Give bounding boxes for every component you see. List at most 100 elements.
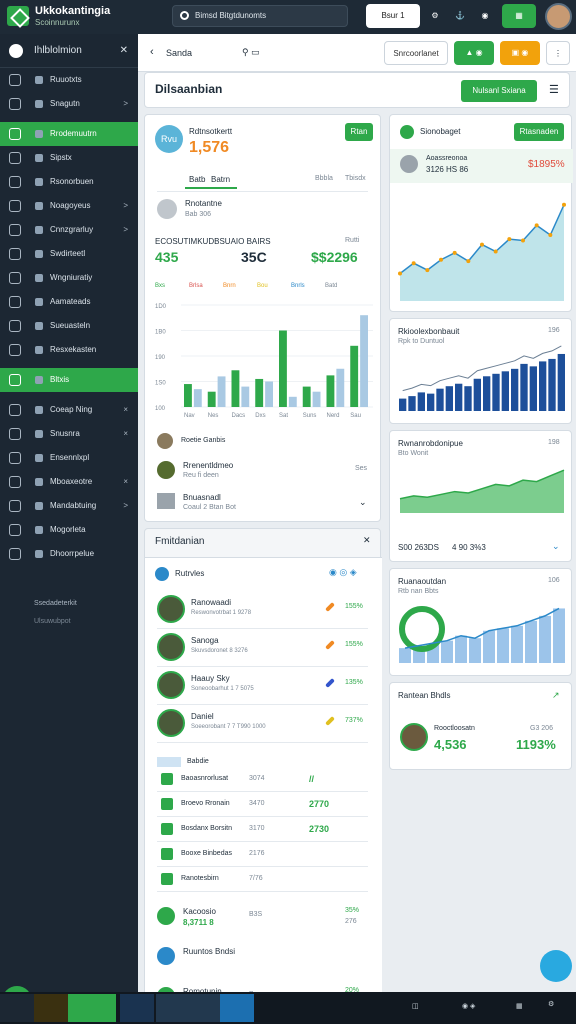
- sidebar-item-label: Bltxis: [50, 375, 70, 384]
- sidebar-item-15[interactable]: Ensennlxpl: [0, 446, 138, 470]
- folder-icon[interactable]: [34, 994, 68, 1022]
- mini-icon: [161, 873, 173, 885]
- sidebar-item-19[interactable]: Dhoorrpelue: [0, 542, 138, 566]
- sidebar-icon: [9, 98, 21, 110]
- tray-icon-1[interactable]: ◉ ◈: [462, 1002, 475, 1010]
- chart3-sub: Bto Wonit: [398, 450, 429, 457]
- subbar-button[interactable]: Snrcoorlanet: [384, 41, 448, 65]
- sidebar-item-6[interactable]: Cnnzgrarluy >: [0, 218, 138, 242]
- y-tick: 1S0: [155, 381, 166, 387]
- start-button[interactable]: [0, 994, 34, 1022]
- green-action-button[interactable]: ▲ ◉: [454, 41, 494, 65]
- row-avatar: [157, 671, 185, 699]
- pin-icon[interactable]: ⚲ ▭: [242, 47, 260, 58]
- tab-1[interactable]: Batb: [189, 175, 205, 184]
- tray-icon-3[interactable]: ⚙: [548, 1000, 554, 1008]
- action-icons[interactable]: ◉ ◎ ◈: [329, 567, 357, 578]
- details-heading: Rutrvles: [175, 569, 205, 578]
- tab-3[interactable]: Bbbla: [315, 175, 333, 182]
- sidebar-item-2[interactable]: Rrodemuutrn: [0, 122, 138, 146]
- sidebar-item-9[interactable]: Aamateads: [0, 290, 138, 314]
- shield-icon[interactable]: ◉: [477, 4, 493, 28]
- app-icon-1[interactable]: [120, 994, 154, 1022]
- gear-icon[interactable]: ⚙: [427, 4, 443, 28]
- sidebar-icon: [9, 320, 21, 332]
- sidebar-item-18[interactable]: Mogorleta: [0, 518, 138, 542]
- top-button[interactable]: Bsur 1: [366, 4, 420, 28]
- orange-action-button[interactable]: ▣ ◉: [500, 41, 540, 65]
- primary-action-button[interactable]: Nulsanl Sxiana: [461, 80, 537, 102]
- chevron-right-icon[interactable]: >: [123, 92, 128, 116]
- search-input[interactable]: Bimsd Bitgtdunomts: [172, 5, 348, 27]
- chevron-right-icon[interactable]: >: [123, 494, 128, 518]
- tray-label-1: ◫: [412, 1003, 419, 1010]
- sidebar-item-5[interactable]: Noagoyeus >: [0, 194, 138, 218]
- more-icon[interactable]: ⋮: [546, 41, 570, 65]
- profile-value-1: 4,536: [434, 737, 467, 752]
- chart-card-3: Rwnanrobdonipue 198 Bto Wonit S00 263DS …: [389, 430, 572, 562]
- chevron-right-icon[interactable]: >: [123, 218, 128, 242]
- tray-icon-2[interactable]: ▦: [516, 1002, 523, 1010]
- list-avatar-1: [157, 433, 173, 449]
- tab-2[interactable]: Batrn: [211, 175, 230, 184]
- mini-divider: [157, 841, 368, 842]
- sidebar-item-12[interactable]: Bltxis: [0, 368, 138, 392]
- total-value: 8,3711 8: [183, 918, 214, 927]
- anchor-icon[interactable]: ⚓: [452, 4, 468, 28]
- divider: [157, 191, 368, 192]
- mini-divider: [157, 816, 368, 817]
- card-label: Rdtnsotkertt: [189, 127, 233, 136]
- list-icon[interactable]: ☰: [549, 83, 559, 96]
- sidebar-item-17[interactable]: Mandabtuing >: [0, 494, 138, 518]
- back-icon[interactable]: ‹: [150, 46, 154, 58]
- sidebar-sub-icon: [35, 298, 43, 306]
- sidebar-item-11[interactable]: Resxekasten: [0, 338, 138, 362]
- top-bar: Ukkokantingia Scoinnurunx Bimsd Bitgtdun…: [0, 0, 576, 34]
- sidebar-sub-icon: [35, 454, 43, 462]
- chevron-down-icon[interactable]: ⌄: [552, 541, 560, 552]
- chevron-right-icon[interactable]: ×: [123, 422, 128, 446]
- bar: [265, 381, 273, 407]
- bar: [529, 366, 537, 411]
- total-percent: 35%: [345, 907, 360, 914]
- chevron-right-icon[interactable]: ×: [123, 398, 128, 422]
- cart-icon[interactable]: ▦: [502, 4, 536, 28]
- mini-icon: [161, 798, 173, 810]
- sidebar-item-8[interactable]: Wngniuratiy: [0, 266, 138, 290]
- sidebar-item-1[interactable]: Snagutn >: [0, 92, 138, 116]
- sidebar-item-13[interactable]: Coeap Ning ×: [0, 398, 138, 422]
- sidebar-icon: [9, 404, 21, 416]
- chevron-down-icon[interactable]: ⌄: [359, 497, 367, 508]
- y-tick: 1D0: [155, 304, 167, 310]
- close-icon[interactable]: ✕: [363, 535, 371, 546]
- sidebar-icon: [9, 248, 21, 260]
- app-icon-3[interactable]: [188, 994, 222, 1022]
- sidebar-item-16[interactable]: Mboaxeotre ×: [0, 470, 138, 494]
- summary-button[interactable]: Rtasnaden: [514, 123, 564, 141]
- tab-4[interactable]: Tbisdx: [345, 175, 366, 182]
- browser-icon[interactable]: [68, 994, 116, 1022]
- close-icon[interactable]: ✕: [120, 34, 128, 68]
- sidebar-item-7[interactable]: Swdirteetl: [0, 242, 138, 266]
- app-icon-2[interactable]: [156, 994, 190, 1022]
- details-card: Fmitdanian ✕ Rutrvles ◉ ◎ ◈ Babdie Ranow…: [144, 528, 382, 1019]
- x-tick: Nes: [208, 413, 219, 419]
- sidebar-item-3[interactable]: Sipstx: [0, 146, 138, 170]
- sidebar-item-4[interactable]: Rsonorbuen: [0, 170, 138, 194]
- bar: [557, 353, 565, 411]
- profile-title: Rantean Bhdls: [398, 691, 451, 700]
- avatar[interactable]: [545, 3, 572, 30]
- app-icon-4[interactable]: [220, 994, 254, 1022]
- help-button[interactable]: [540, 950, 572, 982]
- sidebar-item-14[interactable]: Snusnra ×: [0, 422, 138, 446]
- bar: [441, 640, 453, 663]
- mini-divider: [157, 866, 368, 867]
- expand-icon[interactable]: ↗: [552, 690, 560, 701]
- chart4-title: Ruanaoutdan: [398, 577, 447, 586]
- chevron-right-icon[interactable]: >: [123, 194, 128, 218]
- sidebar-item-0[interactable]: Ruuotxts: [0, 68, 138, 92]
- sidebar-item-10[interactable]: Sueuasteln: [0, 314, 138, 338]
- chevron-right-icon[interactable]: ×: [123, 470, 128, 494]
- row-percent: 737%: [345, 717, 363, 724]
- card-button[interactable]: Rtan: [345, 123, 373, 141]
